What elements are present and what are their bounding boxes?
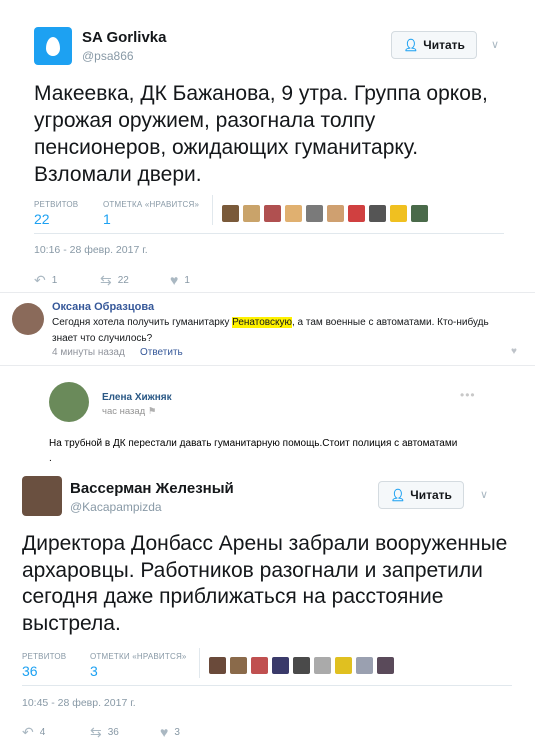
comment-author[interactable]: Оксана Образцова	[52, 301, 154, 313]
liker-avatar[interactable]	[369, 205, 386, 222]
post-author[interactable]: Елена Хижняк	[102, 392, 172, 403]
liker-avatar[interactable]	[272, 657, 289, 674]
retweets-count[interactable]: 36	[22, 663, 38, 679]
post-time: час назад ⚑	[102, 406, 157, 417]
reply-link[interactable]: Ответить	[140, 347, 183, 358]
comment-text: Сегодня хотела получить гуманитарку Рена…	[52, 317, 489, 344]
heart-icon: ♥	[170, 272, 179, 288]
add-user-icon: 👤︎	[390, 488, 406, 502]
heart-icon: ♥	[160, 724, 169, 740]
comment-time: 4 минуты назад	[52, 347, 125, 358]
author-handle[interactable]: @Kacapampizda	[70, 500, 162, 514]
retweet-icon: ⇆	[100, 272, 112, 288]
liker-avatar[interactable]	[306, 205, 323, 222]
visibility-icon: ⚑	[147, 406, 157, 417]
author-name[interactable]: SA Gorlivka	[82, 29, 166, 46]
liker-avatar[interactable]	[264, 205, 281, 222]
follow-button[interactable]: 👤︎ Читать	[378, 481, 464, 509]
divider	[199, 648, 200, 678]
liker-avatar[interactable]	[356, 657, 373, 674]
chevron-down-icon[interactable]: ∨	[491, 38, 499, 51]
divider	[34, 233, 504, 234]
liker-avatar[interactable]	[285, 205, 302, 222]
author-name[interactable]: Вассерман Железный	[70, 480, 234, 497]
liker-avatar[interactable]	[209, 657, 226, 674]
liker-avatar[interactable]	[314, 657, 331, 674]
liker-avatars	[222, 205, 428, 222]
liker-avatar[interactable]	[411, 205, 428, 222]
liker-avatar[interactable]	[230, 657, 247, 674]
avatar[interactable]	[22, 476, 62, 516]
divider	[22, 685, 512, 686]
author-handle[interactable]: @psa866	[82, 49, 134, 63]
retweets-count[interactable]: 22	[34, 211, 50, 227]
like-action[interactable]: ♥ 3	[160, 724, 180, 740]
highlight-text: Ренатовскую	[232, 317, 292, 328]
tweet-timestamp: 10:45 - 28 февр. 2017 г.	[22, 697, 136, 709]
likes-label: ОТМЕТКИ «НРАВИТСЯ»	[90, 652, 187, 661]
follow-button[interactable]: 👤︎ Читать	[391, 31, 477, 59]
like-action[interactable]: ♥ 1	[170, 272, 190, 288]
chevron-down-icon[interactable]: ∨	[480, 488, 488, 501]
liker-avatar[interactable]	[243, 205, 260, 222]
more-options-icon[interactable]: •••	[460, 388, 476, 402]
tweet-text: Директора Донбасс Арены забрали вооружен…	[22, 532, 508, 635]
retweet-action[interactable]: ⇆ 22	[100, 272, 129, 289]
liker-avatar[interactable]	[327, 205, 344, 222]
post-text: На трубной в ДК перестали давать гуманит…	[49, 438, 458, 464]
avatar[interactable]	[12, 303, 44, 335]
reply-icon: ↶	[22, 724, 34, 740]
liker-avatar[interactable]	[335, 657, 352, 674]
retweet-action[interactable]: ⇆ 36	[90, 724, 119, 741]
reply-icon: ↶	[34, 272, 46, 288]
reply-action[interactable]: ↶ 1	[34, 272, 57, 289]
avatar[interactable]	[49, 382, 89, 422]
retweet-icon: ⇆	[90, 724, 102, 740]
likes-label: ОТМЕТКА «НРАВИТСЯ»	[103, 200, 200, 209]
liker-avatar[interactable]	[377, 657, 394, 674]
liker-avatar[interactable]	[390, 205, 407, 222]
heart-icon[interactable]: ♥	[511, 346, 517, 357]
reply-action[interactable]: ↶ 4	[22, 724, 45, 741]
liker-avatar[interactable]	[222, 205, 239, 222]
tweet-timestamp: 10:16 - 28 февр. 2017 г.	[34, 244, 148, 256]
add-user-icon: 👤︎	[403, 38, 419, 52]
retweets-label: РЕТВИТОВ	[34, 200, 79, 209]
divider	[212, 195, 213, 225]
likes-count[interactable]: 1	[103, 211, 111, 227]
liker-avatar[interactable]	[293, 657, 310, 674]
liker-avatar[interactable]	[251, 657, 268, 674]
liker-avatars	[209, 657, 394, 674]
avatar-egg-icon[interactable]	[34, 27, 72, 65]
comment-card: Оксана Образцова Сегодня хотела получить…	[0, 292, 535, 366]
likes-count[interactable]: 3	[90, 663, 98, 679]
tweet-text: Макеевка, ДК Бажанова, 9 утра. Группа ор…	[34, 82, 488, 186]
liker-avatar[interactable]	[348, 205, 365, 222]
post-card: Елена Хижняк час назад ⚑ ••• На трубной …	[30, 368, 500, 468]
retweets-label: РЕТВИТОВ	[22, 652, 67, 661]
